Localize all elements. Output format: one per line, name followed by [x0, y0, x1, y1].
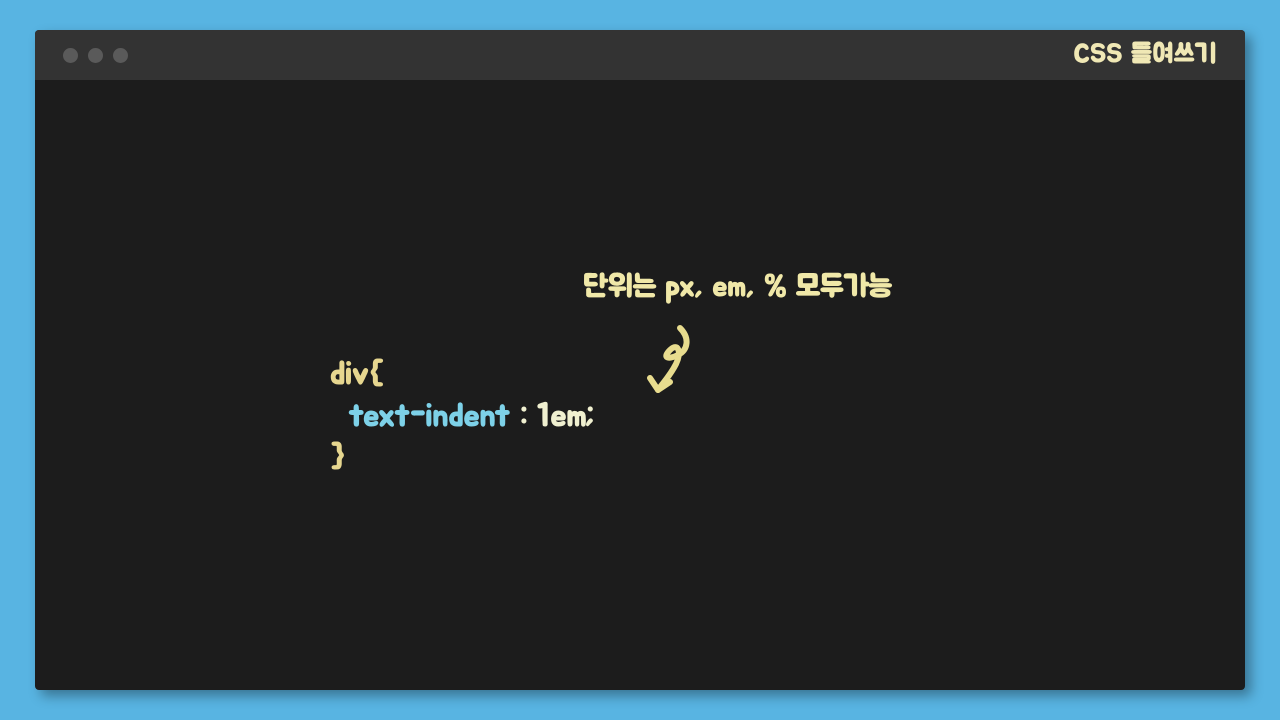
code-property: text-indent — [348, 401, 511, 433]
code-line-2: text-indent : 1em; — [330, 397, 595, 439]
annotation-text: 단위는 px, em, % 모두가능 — [583, 268, 892, 306]
code-block: div{ text-indent : 1em; } — [330, 355, 595, 480]
code-semicolon: ; — [587, 401, 595, 433]
code-brace-close: } — [330, 442, 346, 474]
window-dot-maximize[interactable] — [113, 48, 128, 63]
curved-arrow-icon — [640, 320, 700, 400]
code-window: CSS 들여쓰기 단위는 px, em, % 모두가능 div{ text-in… — [35, 30, 1245, 690]
code-selector: div — [330, 359, 369, 391]
code-value: 1em — [528, 401, 587, 433]
window-title: CSS 들여쓰기 — [1074, 39, 1217, 72]
code-colon: : — [511, 401, 528, 433]
code-brace-open: { — [369, 359, 384, 391]
window-dot-close[interactable] — [63, 48, 78, 63]
window-controls — [63, 48, 128, 63]
window-dot-minimize[interactable] — [88, 48, 103, 63]
window-titlebar: CSS 들여쓰기 — [35, 30, 1245, 80]
code-line-1: div{ — [330, 355, 595, 397]
window-content: 단위는 px, em, % 모두가능 div{ text-indent : 1e… — [35, 80, 1245, 690]
code-line-3: } — [330, 438, 595, 480]
